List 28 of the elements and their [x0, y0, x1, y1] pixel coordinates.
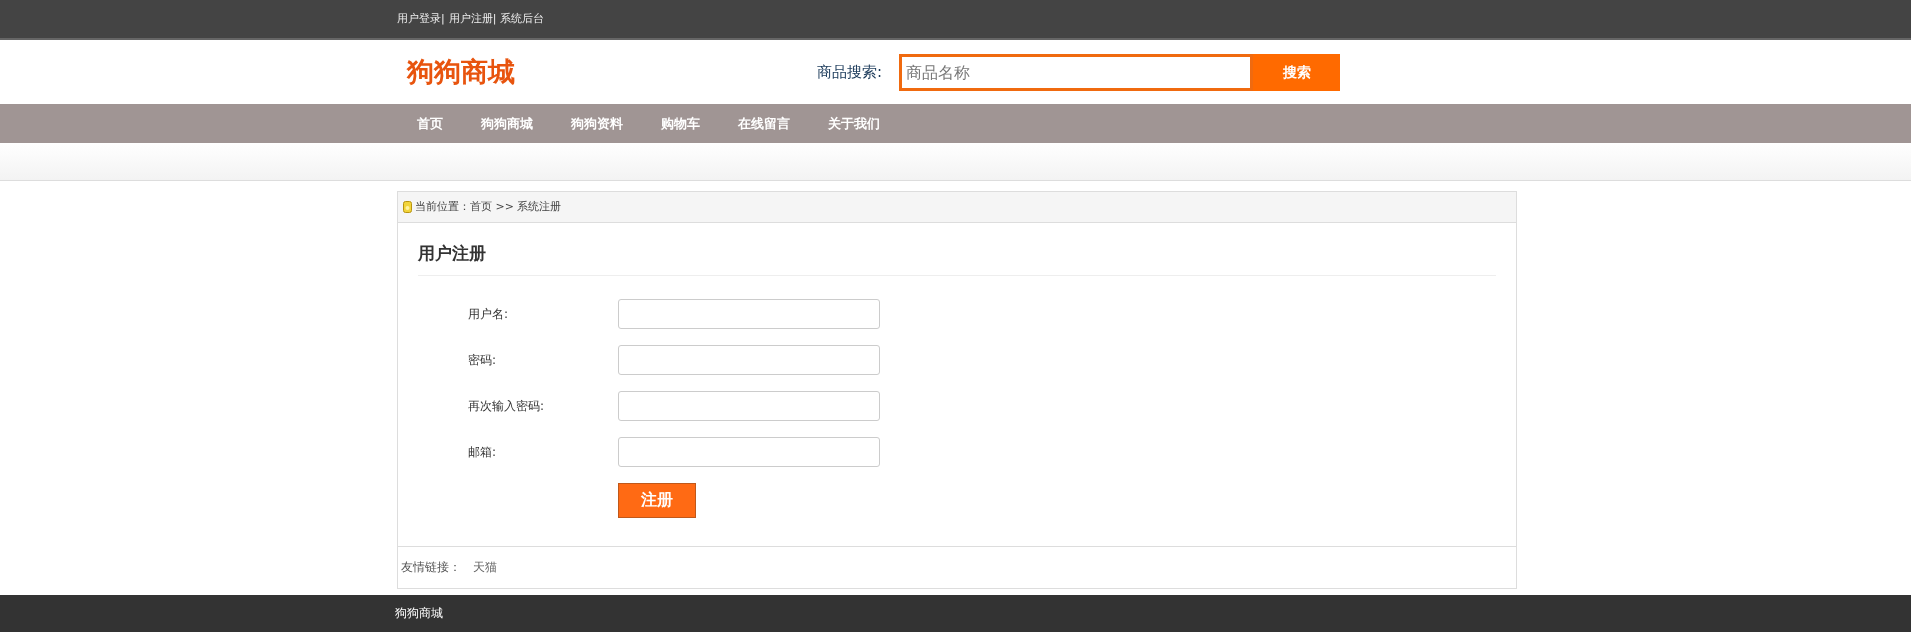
- nav-link[interactable]: 狗狗资料: [571, 113, 623, 134]
- field-label: 用户名:: [468, 305, 510, 323]
- top-link[interactable]: 用户登录|: [397, 10, 445, 28]
- nav-link[interactable]: 购物车: [661, 113, 700, 134]
- breadcrumb: 当前位置：首页 >> 系统注册: [415, 198, 562, 215]
- top-link[interactable]: 用户注册|: [448, 10, 497, 28]
- nav-link[interactable]: 首页: [417, 113, 443, 134]
- friend-link[interactable]: 天猫: [473, 558, 497, 576]
- badge-icon: [403, 201, 412, 213]
- friend-links-label: 友情链接：: [401, 559, 461, 576]
- input-field[interactable]: [618, 436, 880, 467]
- input-field[interactable]: [618, 390, 880, 421]
- footer-text: 狗狗商城: [395, 605, 443, 623]
- form-title: 用户注册: [418, 223, 1496, 276]
- nav-link[interactable]: 狗狗商城: [481, 113, 533, 134]
- search-field[interactable]: 商品名称: [899, 53, 1253, 91]
- input-field[interactable]: [618, 344, 880, 375]
- register-button[interactable]: 注册: [618, 482, 696, 518]
- field-label: 密码:: [468, 351, 498, 369]
- top-link[interactable]: 系统后台: [500, 10, 545, 28]
- field-label: 再次输入密码:: [468, 397, 546, 415]
- nav-link[interactable]: 在线留言: [738, 113, 790, 134]
- search-label: 商品搜索:: [817, 61, 884, 83]
- logo: 狗狗商城: [407, 54, 516, 89]
- field-label: 邮箱:: [468, 443, 498, 461]
- nav-link[interactable]: 关于我们: [828, 113, 880, 134]
- search-button[interactable]: 搜索: [1253, 53, 1340, 91]
- input-field[interactable]: [618, 298, 880, 329]
